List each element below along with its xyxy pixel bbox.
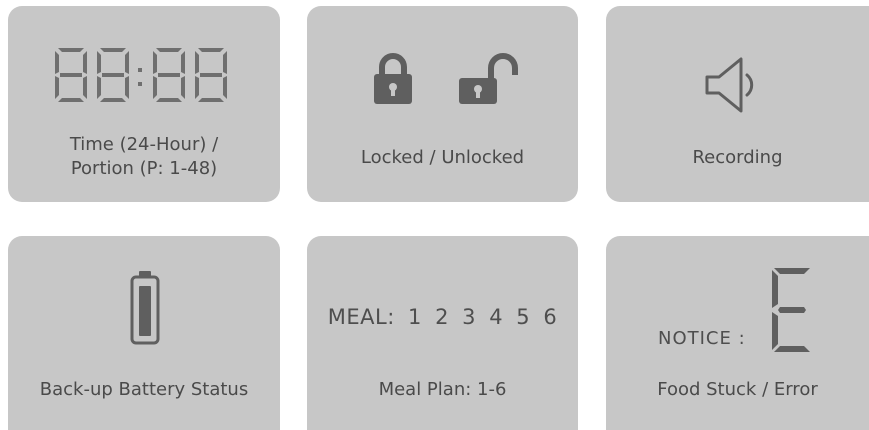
- seven-segment-e-icon: [772, 268, 810, 352]
- error-caption: Food Stuck / Error: [657, 379, 818, 400]
- caption-line-2: Portion (P: 1-48): [70, 158, 218, 179]
- meal-number-2: 2: [435, 305, 449, 329]
- clock-segment: [97, 76, 101, 99]
- notice-label: NOTICE :: [658, 328, 746, 349]
- meal-number-3: 3: [462, 305, 477, 329]
- clock-segment: [195, 76, 199, 99]
- clock-segment: [195, 51, 199, 74]
- time-portion-caption: Time (24-Hour) / Portion (P: 1-48): [8, 133, 280, 181]
- battery-caption: Back-up Battery Status: [39, 379, 249, 400]
- clock-colon-dot: [138, 68, 142, 72]
- meal-display: MEAL: 1 2 3 4 5 6: [307, 305, 578, 329]
- caption-line-1: Time (24-Hour) /: [69, 134, 219, 155]
- speaker-icon: [705, 57, 754, 113]
- clock-segment: [153, 51, 157, 74]
- seven-segment-clock-icon: [55, 48, 227, 102]
- clock-segment: [181, 76, 185, 99]
- clock-segment: [198, 48, 224, 52]
- meal-number-6: 6: [543, 305, 558, 329]
- clock-segment: [198, 98, 224, 102]
- meal-number-1: 1: [408, 305, 422, 329]
- recording-card: Recording: [606, 6, 869, 202]
- lock-card: Locked / Unlocked: [307, 6, 578, 202]
- battery-card: Back-up Battery Status: [8, 236, 280, 430]
- clock-colon-dot: [138, 82, 142, 86]
- clock-segment: [97, 51, 101, 74]
- clock-segment: [55, 76, 59, 99]
- clock-segment: [100, 98, 126, 102]
- clock-segment: [100, 48, 126, 52]
- clock-segment: [223, 51, 227, 74]
- clock-segment: [223, 76, 227, 99]
- time-portion-card: Time (24-Hour) / Portion (P: 1-48): [8, 6, 280, 202]
- clock-segment: [181, 51, 185, 74]
- locked-padlock-icon: [374, 53, 412, 104]
- clock-segment: [102, 73, 124, 77]
- clock-segment: [125, 76, 129, 99]
- unlocked-padlock-icon: [459, 53, 518, 104]
- clock-segment: [60, 73, 82, 77]
- clock-segment: [156, 98, 182, 102]
- meal-plan-card: MEAL: 1 2 3 4 5 6 Meal Plan: 1-6: [307, 236, 578, 430]
- meal-number-5: 5: [516, 305, 531, 329]
- battery-icon: [130, 271, 160, 345]
- clock-segment: [158, 73, 180, 77]
- lock-caption: Locked / Unlocked: [360, 147, 525, 168]
- meal-plan-caption: Meal Plan: 1-6: [378, 379, 507, 400]
- clock-segment: [153, 76, 157, 99]
- clock-segment: [58, 98, 84, 102]
- clock-segment: [156, 48, 182, 52]
- clock-digits: [55, 48, 227, 102]
- clock-segment: [83, 76, 87, 99]
- clock-segment: [55, 51, 59, 74]
- clock-segment: [58, 48, 84, 52]
- clock-segment: [83, 51, 87, 74]
- clock-segment: [125, 51, 129, 74]
- error-card: NOTICE : Food Stuck / Error: [606, 236, 869, 430]
- meal-number-4: 4: [489, 305, 504, 329]
- recording-caption: Recording: [692, 147, 783, 168]
- clock-segment: [200, 73, 222, 77]
- meal-label: MEAL:: [327, 305, 395, 329]
